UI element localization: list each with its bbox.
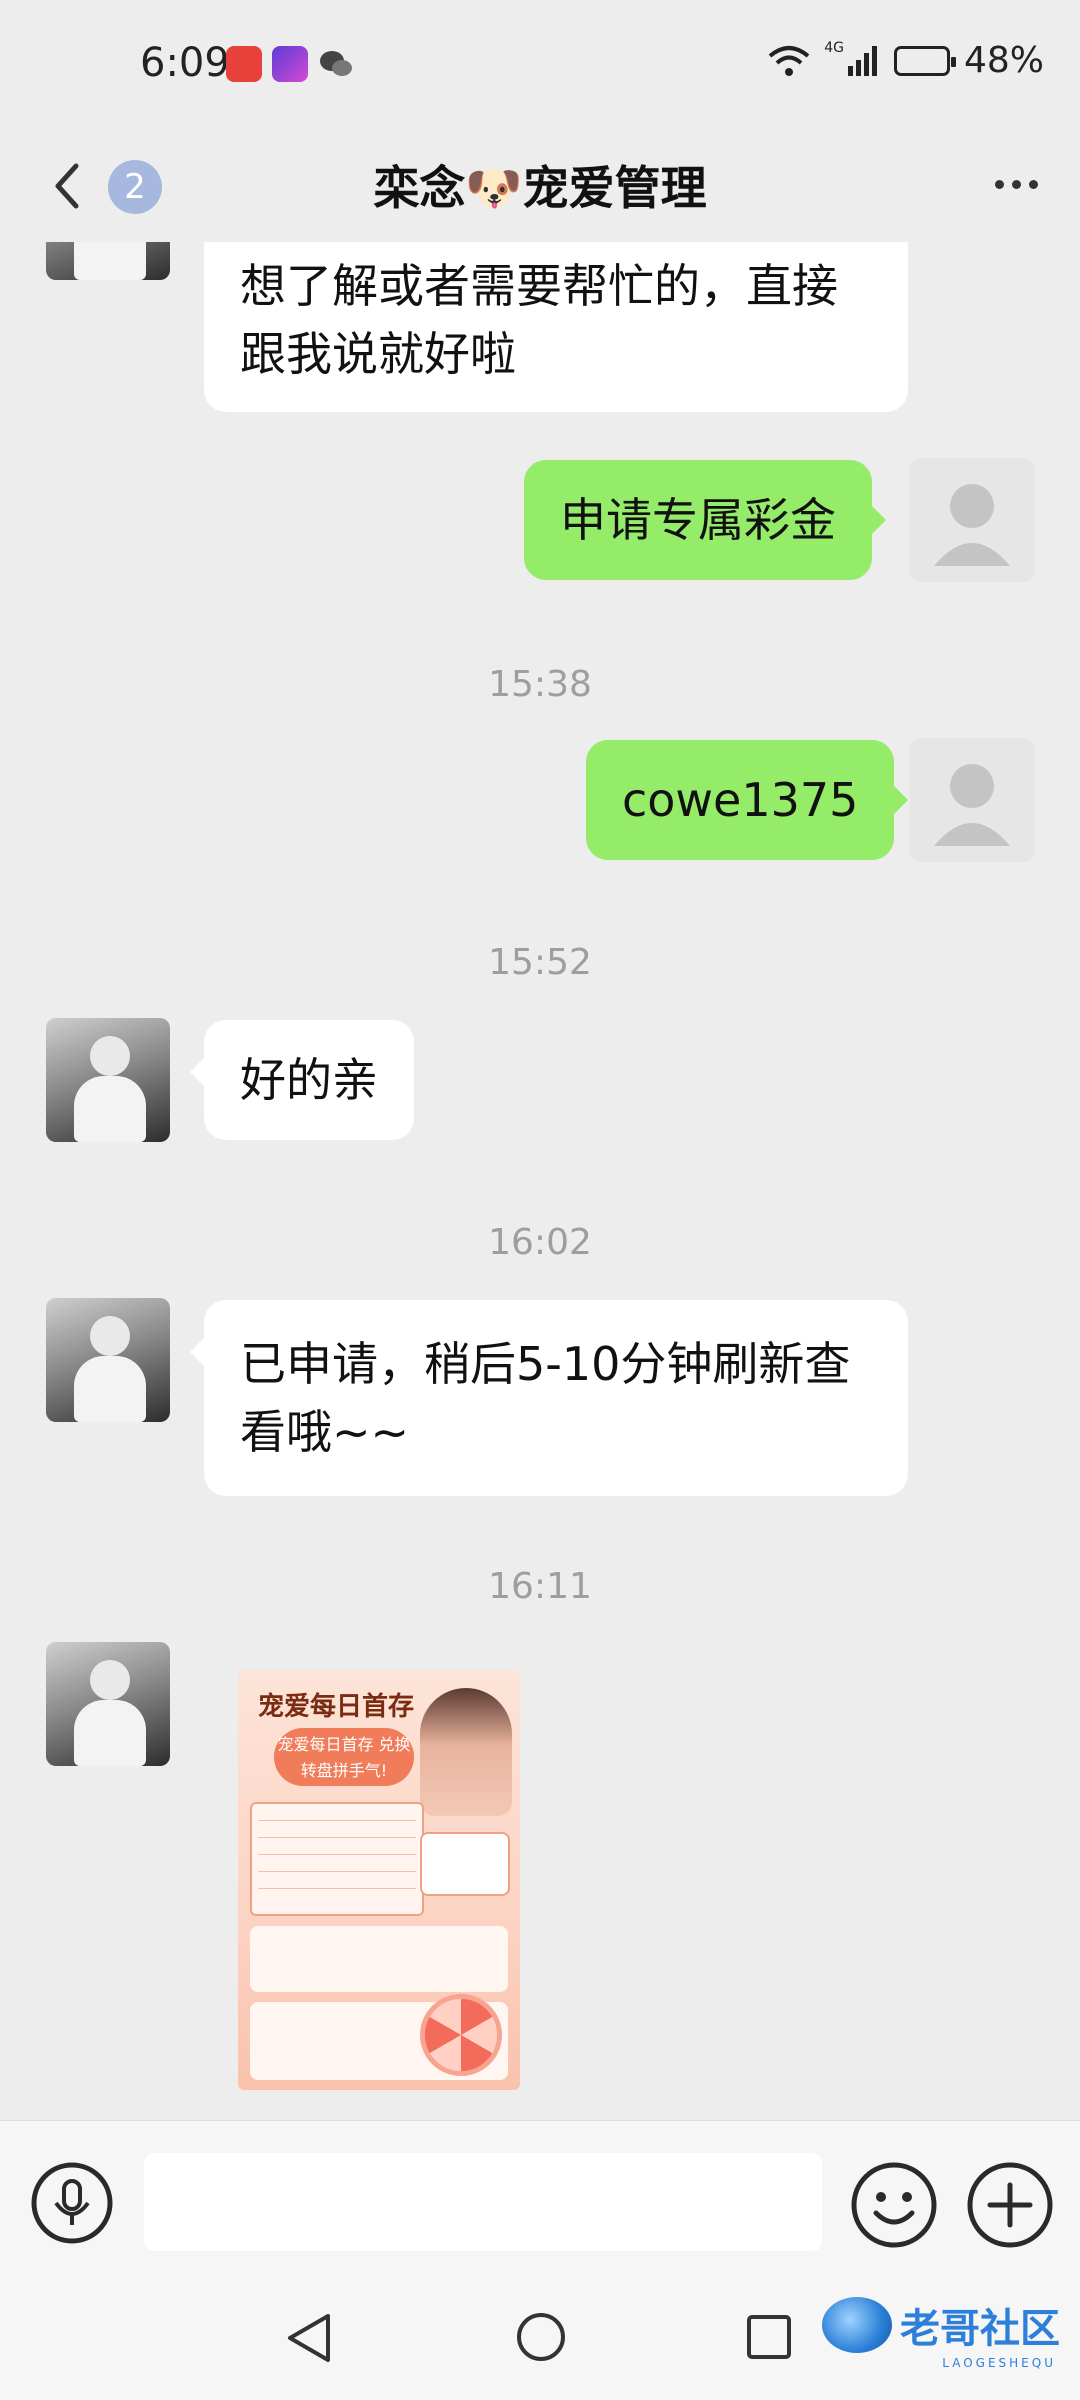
huawei-appgallery-icon [226,46,262,82]
battery-percent: 48% [963,40,1044,81]
message-text: 好的亲 [240,1053,378,1107]
signal-icon [847,45,877,76]
message-text: 想了解或者需要帮忙的，直接跟我说就好啦 [240,259,838,381]
message-bubble-outgoing[interactable]: 申请专属彩金 [524,460,886,580]
status-bar: 6:09 4G 48% [0,0,1080,130]
chat-header: 2 栾念🐶宠爱管理 [0,130,1080,242]
nav-back-button[interactable] [284,2310,334,2366]
contact-avatar[interactable] [46,242,170,280]
chat-title: 栾念🐶宠爱管理 [373,161,707,215]
wechat-icon [318,46,354,82]
more-features-button[interactable] [966,2161,1054,2249]
message-text: cowe1375 [622,773,859,827]
status-time: 6:09 [140,40,230,86]
network-type: 4G [824,40,844,56]
contact-avatar[interactable] [46,1018,170,1142]
message-bubble-outgoing[interactable]: cowe1375 [586,740,909,860]
message-bubble-incoming[interactable]: 好的亲 [190,1020,414,1140]
poster-section [250,1926,508,1992]
message-text: 已申请，稍后5-10分钟刷新查看哦~~ [240,1337,851,1459]
nav-home-button[interactable] [516,2312,566,2362]
image-message[interactable]: 宠爱每日首存 宠爱每日首存 兑换转盘拼手气! [238,1670,520,2090]
notification-icons [226,46,354,82]
watermark-subtext: LAOGESHEQU [942,2356,1056,2370]
message-timestamp: 15:52 [488,942,592,983]
poster-banner: 宠爱每日首存 兑换转盘拼手气! [274,1728,414,1786]
watermark: 老哥社区 [822,2296,1060,2354]
message-timestamp: 16:11 [488,1566,592,1607]
dragon-logo-icon [822,2297,892,2353]
message-text: 申请专属彩金 [560,493,836,547]
message-timestamp: 16:02 [488,1222,592,1263]
poster-wheel-image [420,1994,502,2076]
default-user-icon [934,764,1010,846]
watermark-text: 老哥社区 [900,2306,1060,2352]
system-nav-bar: 老哥社区 LAOGESHEQU [0,2260,1080,2400]
my-avatar[interactable] [910,738,1034,862]
contact-avatar[interactable] [46,1642,170,1766]
poster-table [250,1802,424,1916]
battery-icon [893,45,956,76]
game-app-icon [272,46,308,82]
voice-button[interactable] [30,2161,114,2245]
wifi-icon [768,45,810,76]
emoji-button[interactable] [850,2161,938,2249]
default-user-icon [934,484,1010,566]
poster-title: 宠爱每日首存 [258,1692,415,1722]
message-list[interactable]: 想了解或者需要帮忙的，直接跟我说就好啦 申请专属彩金 15:38 cowe137… [0,242,1080,2120]
ellipsis-icon [995,180,1004,189]
my-avatar[interactable] [910,458,1034,582]
status-right: 4G 48% [768,40,1044,81]
nav-recents-button[interactable] [746,2314,792,2360]
contact-avatar[interactable] [46,1298,170,1422]
message-timestamp: 15:38 [488,664,592,705]
more-button[interactable] [995,180,1038,189]
message-bubble-incoming[interactable]: 想了解或者需要帮忙的，直接跟我说就好啦 [204,242,908,412]
poster-contact-box [420,1832,510,1896]
message-input[interactable] [144,2153,822,2251]
message-bubble-incoming[interactable]: 已申请，稍后5-10分钟刷新查看哦~~ [190,1300,908,1496]
input-bar [0,2120,1080,2261]
poster-model-image [420,1688,512,1816]
